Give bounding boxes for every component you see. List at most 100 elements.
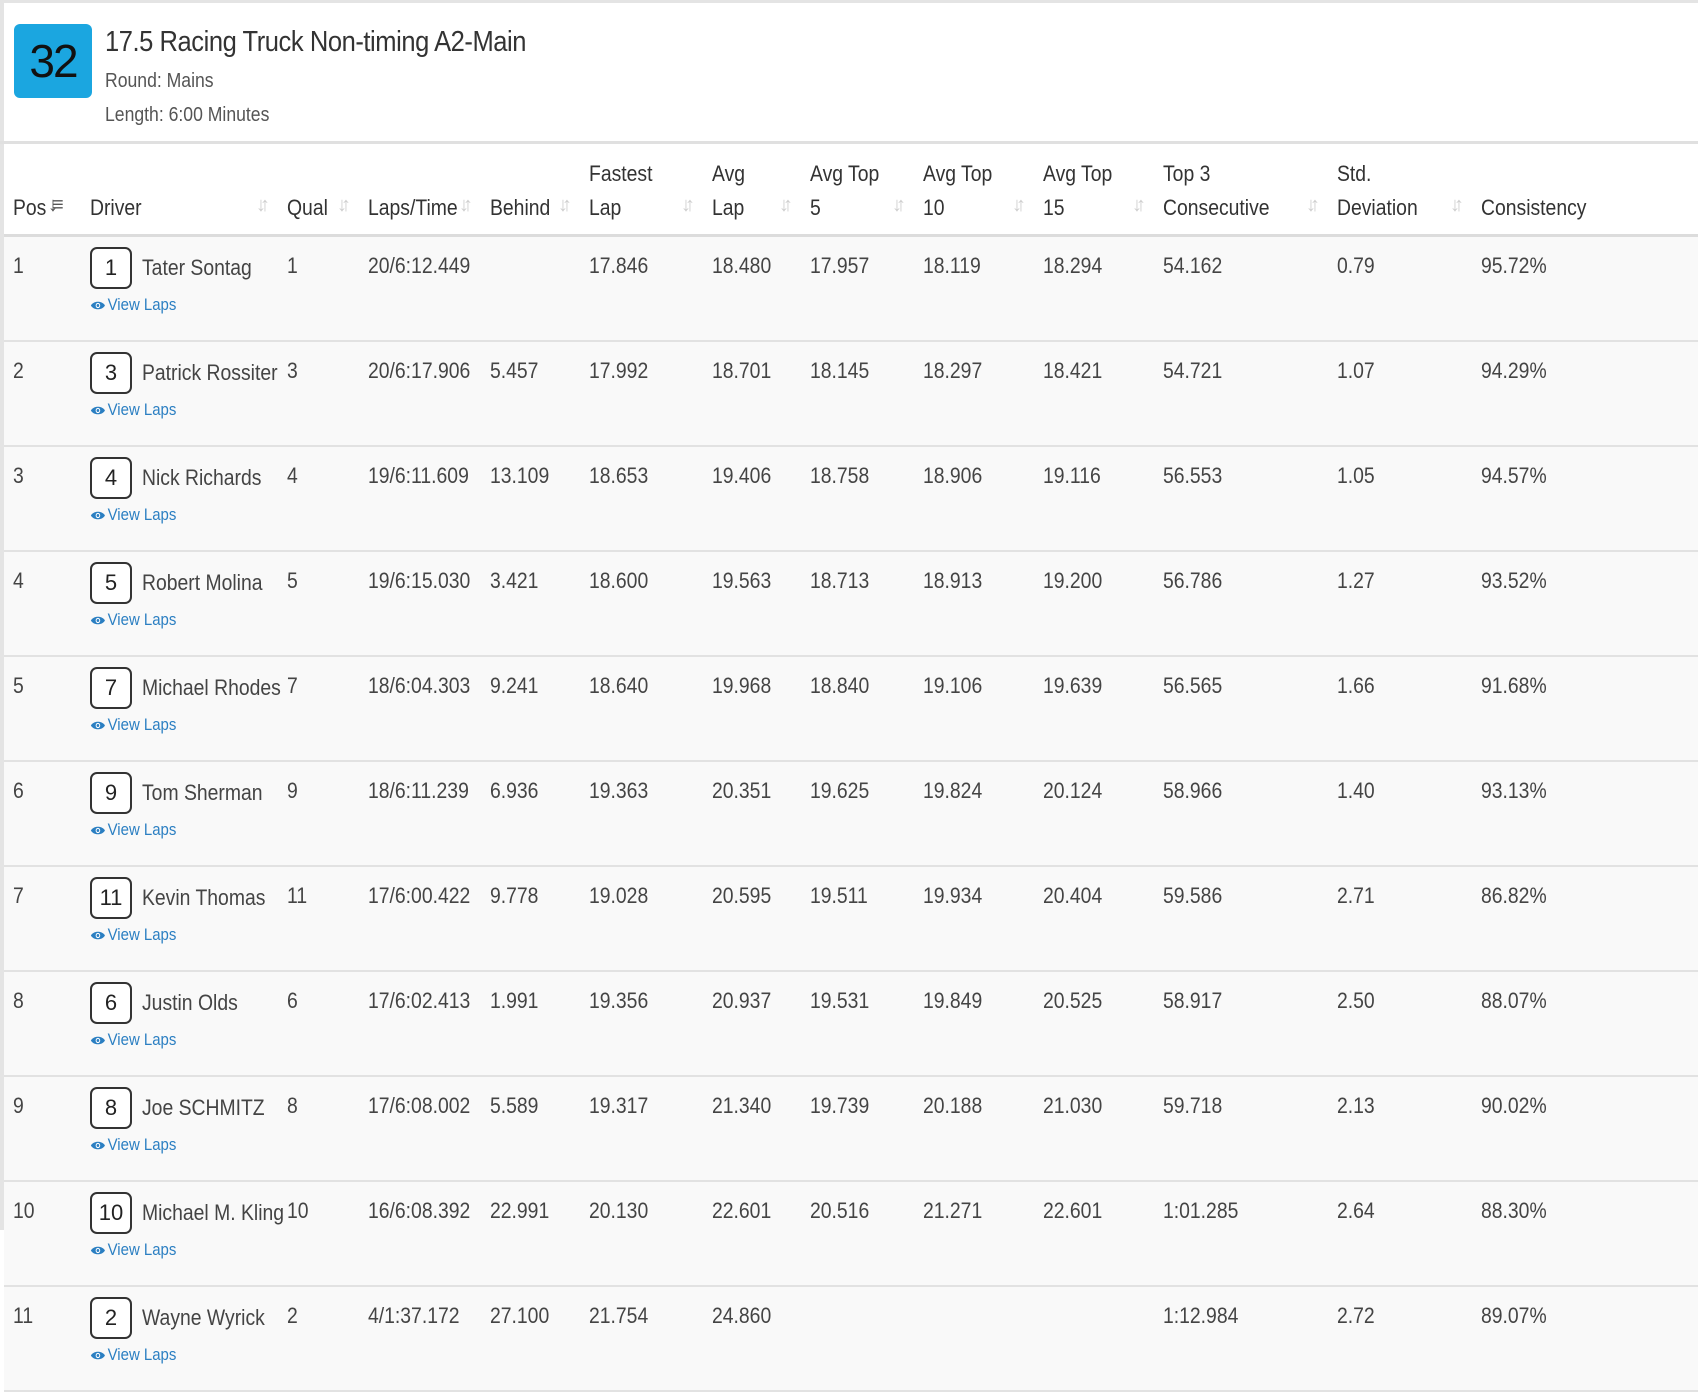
sort-icon[interactable]: ↓↑: [459, 188, 473, 222]
column-header-pos[interactable]: Pos ↓≡: [4, 144, 81, 237]
sort-desc-icon[interactable]: ↓≡: [48, 188, 63, 222]
cell-value: 95.72%: [1481, 253, 1547, 278]
cell-top5: 18.713: [801, 551, 914, 657]
column-header-driver[interactable]: Driver ↓↑: [81, 144, 278, 237]
cell-value: 10: [13, 1198, 35, 1223]
cell-value: 93.13%: [1481, 778, 1547, 803]
cell-value: 18.906: [923, 463, 983, 488]
cell-top3c: 54.162: [1154, 235, 1328, 342]
cell-behind: 22.991: [481, 1181, 580, 1287]
cell-std: 2.72: [1328, 1286, 1472, 1392]
cell-std: 1.66: [1328, 656, 1472, 762]
cell-qual: 4: [278, 446, 359, 552]
column-header-label: Qual: [287, 195, 328, 220]
driver-cell: 7 Michael Rhodes View Laps: [81, 656, 281, 762]
cell-laps: 18/6:04.303: [359, 656, 481, 762]
cell-value: 19.116: [1043, 463, 1101, 488]
race-number-badge: 32: [14, 24, 92, 98]
cell-value: 20.351: [712, 778, 772, 803]
cell-value: 18.640: [589, 673, 649, 698]
cell-value: 18.294: [1043, 253, 1103, 278]
column-header-label: Top 3 Consecutive: [1163, 161, 1270, 220]
column-header-avg[interactable]: Avg Lap ↓↑: [703, 144, 801, 237]
column-header-top10[interactable]: Avg Top 10 ↓↑: [914, 144, 1034, 237]
cell-value: 8: [287, 1093, 298, 1118]
cell-value: 22.601: [712, 1198, 772, 1223]
sort-icon[interactable]: ↓↑: [779, 188, 793, 222]
sort-icon[interactable]: ↓↑: [681, 188, 695, 222]
driver-cell: 1 Tater Sontag View Laps: [81, 235, 278, 342]
table-row: 1 1 Tater Sontag View Laps 1 20/6:12.449 17.84…: [4, 235, 1698, 342]
column-header-qual[interactable]: Qual ↓↑: [278, 144, 359, 237]
column-header-std[interactable]: Std. Deviation ↓↑: [1328, 144, 1472, 237]
cell-top15: 19.639: [1034, 656, 1154, 762]
view-laps-label: View Laps: [107, 820, 177, 839]
column-header-behind[interactable]: Behind ↓↑: [481, 144, 580, 237]
cell-top10: 21.271: [914, 1181, 1034, 1287]
column-header-top5[interactable]: Avg Top 5 ↓↑: [801, 144, 914, 237]
cell-value: 94.57%: [1481, 463, 1547, 488]
view-laps-link[interactable]: View Laps: [90, 1135, 255, 1155]
cell-top15: 21.030: [1034, 1076, 1154, 1182]
driver-name: Tater Sontag: [142, 255, 252, 280]
car-number-badge: 7: [90, 667, 132, 709]
sort-icon[interactable]: ↓↑: [1132, 188, 1146, 222]
column-header-label: Avg Top 15: [1043, 161, 1113, 220]
sort-icon[interactable]: ↓↑: [892, 188, 906, 222]
view-laps-link[interactable]: View Laps: [90, 1345, 255, 1365]
column-header-fastest[interactable]: Fastest Lap ↓↑: [580, 144, 703, 237]
view-laps-label: View Laps: [107, 1240, 177, 1259]
column-header-consistency[interactable]: Consistency: [1472, 144, 1698, 237]
cell-qual: 2: [278, 1286, 359, 1392]
sort-icon[interactable]: ↓↑: [1012, 188, 1026, 222]
eye-icon: [90, 1031, 106, 1045]
view-laps-link[interactable]: View Laps: [90, 1030, 255, 1050]
cell-value: 21.030: [1043, 1093, 1103, 1118]
cell-avg: 19.406: [703, 446, 801, 552]
cell-value: 2.50: [1337, 988, 1375, 1013]
cell-value: 5.457: [490, 358, 539, 383]
table-header-row: Pos ↓≡ Driver ↓↑ Qual ↓↑ Laps/Time ↓↑ Behind ↓↑ Fa…: [4, 144, 1698, 237]
cell-avg: 19.968: [703, 656, 801, 762]
cell-value: 18.297: [923, 358, 983, 383]
column-header-label: Laps/Time: [368, 195, 458, 220]
driver-cell: 9 Tom Sherman View Laps: [81, 761, 278, 867]
view-laps-link[interactable]: View Laps: [90, 505, 255, 525]
view-laps-link[interactable]: View Laps: [90, 715, 255, 735]
view-laps-link[interactable]: View Laps: [90, 925, 255, 945]
driver-name: Patrick Rossiter: [142, 360, 278, 385]
cell-top15: 18.294: [1034, 235, 1154, 342]
sort-icon[interactable]: ↓↑: [256, 188, 270, 222]
column-header-label: Driver: [90, 195, 142, 220]
view-laps-link[interactable]: View Laps: [90, 295, 255, 315]
view-laps-link[interactable]: View Laps: [90, 610, 255, 630]
view-laps-link[interactable]: View Laps: [90, 400, 255, 420]
cell-value: 3: [287, 358, 298, 383]
cell-qual: 7: [278, 656, 359, 762]
cell-value: 2: [287, 1303, 298, 1328]
sort-icon[interactable]: ↓↑: [1306, 188, 1320, 222]
cell-top5: 17.957: [801, 235, 914, 342]
column-header-top3c[interactable]: Top 3 Consecutive ↓↑: [1154, 144, 1328, 237]
column-header-top15[interactable]: Avg Top 15 ↓↑: [1034, 144, 1154, 237]
sort-icon[interactable]: ↓↑: [1450, 188, 1464, 222]
driver-cell: 11 Kevin Thomas View Laps: [81, 866, 278, 972]
cell-value: 18.758: [810, 463, 870, 488]
cell-value: 19.639: [1043, 673, 1103, 698]
cell-value: 5: [13, 673, 24, 698]
sort-icon[interactable]: ↓↑: [558, 188, 572, 222]
view-laps-link[interactable]: View Laps: [90, 820, 255, 840]
column-header-laps[interactable]: Laps/Time ↓↑: [359, 144, 481, 237]
column-header-label: Pos: [13, 195, 47, 220]
sort-icon[interactable]: ↓↑: [337, 188, 351, 222]
column-header-label: Std. Deviation: [1337, 161, 1418, 220]
cell-fastest: 19.363: [580, 761, 703, 867]
cell-value: 22.601: [1043, 1198, 1103, 1223]
cell-value: 58.966: [1163, 778, 1223, 803]
view-laps-link[interactable]: View Laps: [90, 1240, 255, 1260]
driver-cell: 5 Robert Molina View Laps: [81, 551, 278, 657]
cell-laps: 17/6:02.413: [359, 971, 481, 1077]
car-number-badge: 6: [90, 982, 132, 1024]
cell-value: 1.40: [1337, 778, 1375, 803]
cell-consistency: 88.07%: [1472, 971, 1698, 1077]
